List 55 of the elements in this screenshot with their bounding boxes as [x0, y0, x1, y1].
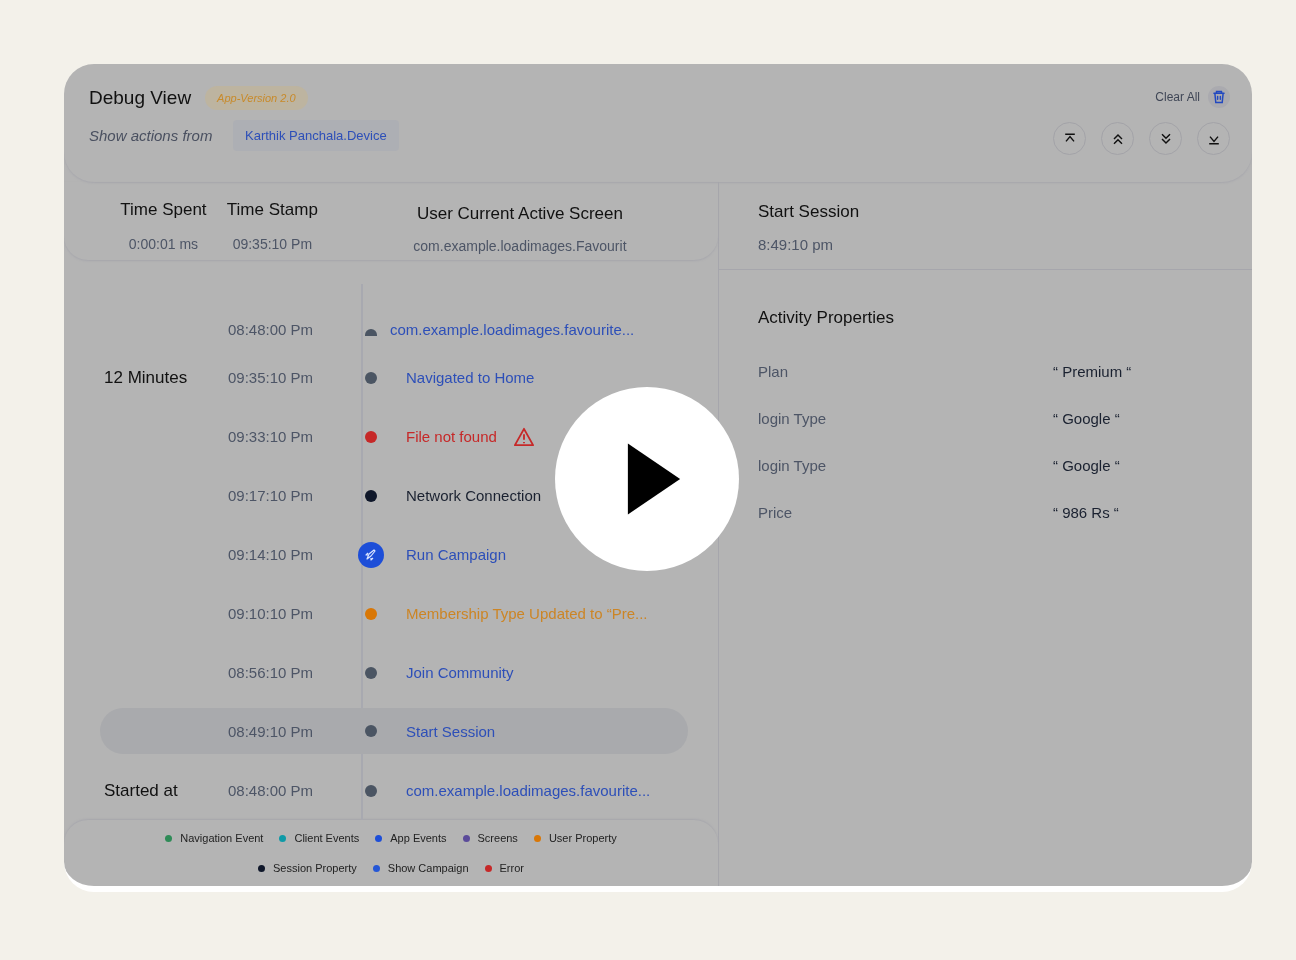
legend-label: App Events — [390, 832, 447, 845]
event-time: 09:35:10 Pm — [228, 369, 315, 387]
event-time: 08:48:00 Pm — [228, 782, 315, 800]
legend-label: Show Campaign — [387, 862, 469, 875]
duration-label: 12 Minutes — [104, 367, 188, 387]
scroll-bottom-button[interactable] — [1197, 122, 1230, 155]
column-heading: Time Spent — [120, 200, 207, 220]
section-title: Activity Properties — [758, 308, 896, 328]
source-label: Show actions from — [89, 127, 214, 144]
page-down-button[interactable] — [1149, 122, 1182, 155]
event-time: 09:33:10 Pm — [228, 428, 315, 446]
column-value: 09:35:10 Pm — [232, 236, 313, 252]
legend-label: Client Events — [294, 832, 360, 845]
property-value: “ Google “ — [1053, 457, 1120, 474]
session-time: 8:49:10 pm — [758, 236, 835, 253]
clear-all-button[interactable]: Clear All — [1155, 90, 1200, 104]
column-heading: User Current Active Screen — [416, 204, 623, 224]
version-badge: App-Version 2.0 — [205, 86, 308, 110]
event-time: 09:14:10 Pm — [228, 546, 315, 564]
event-time: 09:10:10 Pm — [228, 605, 315, 623]
event-label[interactable]: Navigated to Home — [406, 369, 535, 387]
page-up-button[interactable] — [1101, 122, 1134, 155]
event-time: 08:49:10 Pm — [228, 722, 315, 740]
property-name: Price — [758, 504, 794, 521]
selected-row[interactable]: 08:49:10 Pm Start Session — [100, 708, 688, 755]
event-label[interactable]: com.example.loadimages.favourite... — [390, 320, 635, 338]
legend-label: Screens — [477, 832, 518, 845]
event-label[interactable]: Start Session — [406, 722, 496, 740]
property-value: “ Google “ — [1053, 410, 1120, 427]
legend-label: Session Property — [273, 862, 357, 875]
page-title: Debug View — [89, 87, 192, 109]
legend-label: Navigation Event — [180, 832, 264, 845]
property-value: “ 986 Rs “ — [1053, 504, 1119, 521]
legend-label: User Property — [548, 832, 617, 845]
event-label[interactable]: Run Campaign — [406, 546, 507, 564]
event-label: Network Connection — [406, 487, 542, 505]
scroll-top-button[interactable] — [1053, 122, 1086, 155]
event-label[interactable]: com.example.loadimages.favourite... — [406, 782, 651, 800]
property-name: login Type — [758, 410, 828, 427]
event-label[interactable]: Join Community — [406, 664, 514, 682]
property-name: login Type — [758, 457, 828, 474]
legend-label: Error — [499, 862, 524, 875]
trash-icon[interactable] — [1208, 86, 1230, 108]
error-message[interactable]: File not found — [406, 428, 497, 446]
column-heading: Time Stamp — [226, 200, 318, 220]
property-value: “ Premium “ — [1053, 363, 1132, 380]
column-value: com.example.loadimages.Favourit — [413, 238, 627, 254]
duration-label: Started at — [104, 780, 178, 800]
column-value: 0:00:01 ms — [128, 236, 199, 252]
device-selector[interactable]: Karthik Panchala.Device — [233, 120, 399, 151]
event-time: 09:17:10 Pm — [228, 487, 315, 505]
event-time: 08:56:10 Pm — [228, 664, 315, 682]
event-time: 08:48:00 Pm — [228, 320, 315, 338]
property-name: Plan — [758, 363, 790, 380]
session-title: Start Session — [758, 202, 861, 222]
